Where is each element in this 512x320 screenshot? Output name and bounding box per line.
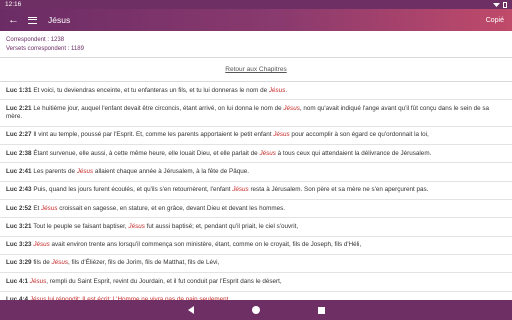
verse-item[interactable]: Luc 3:29 fils de Jésus, fils d'Éliézer, … [0,255,512,274]
highlighted-term: Jésus [273,131,290,139]
verse-reference: Luc 1:31 [6,86,32,94]
verse-item[interactable]: Luc 2:41 Les parents de Jésus allaient c… [0,163,512,182]
verse-text: Tout le peuple se faisant baptiser, [33,222,129,230]
page-title: Jésus [48,15,71,25]
verse-item[interactable]: Luc 4:4 Jésus lui répondit: Il est écrit… [0,292,512,300]
status-icons [493,1,507,8]
verse-item[interactable]: Luc 2:43 Puis, quand les jours furent éc… [0,182,512,201]
verse-reference: Luc 4:1 [6,277,29,285]
nav-recents-icon[interactable] [317,306,325,314]
verse-reference: Luc 3:29 [6,259,32,267]
highlighted-term: Jésus [232,186,249,194]
verse-reference: Luc 2:41 [6,167,32,175]
verse-item[interactable]: Luc 4:1 Jésus, rempli du Saint Esprit, r… [0,273,512,292]
back-arrow-icon[interactable]: ← [8,14,22,26]
verse-item[interactable]: Luc 2:52 Et Jésus croissait en sagesse, … [0,200,512,219]
verse-text: Les parents de [33,167,77,175]
highlighted-term: Jésus [29,277,47,285]
match-count: Correspondent : 1238 [6,37,65,43]
copy-status-label[interactable]: Copié [486,17,504,24]
highlighted-term: Jésus [283,104,300,112]
verse-text: à tous ceux qui attendaient la délivranc… [275,149,432,157]
verse-text: Et [33,204,42,212]
verse-reference: Luc 2:21 [6,104,32,112]
verse-reference: Luc 3:21 [6,222,32,230]
highlighted-term: Jésus [51,259,68,267]
highlighted-term: Jésus [33,241,50,249]
verse-text: , rempli du Saint Esprit, revint du Jour… [46,277,282,285]
verse-reference: Luc 3:23 [6,241,32,249]
verse-text: fils de [33,259,52,267]
verse-text: Il vint au temple, poussé par l'Esprit. … [33,131,274,139]
highlighted-term: Jésus [268,86,286,94]
verse-text: , fils d'Éliézer, fils de Jorim, fils de… [67,259,220,267]
battery-icon [503,1,507,8]
verse-item[interactable]: Luc 2:38 Étant survenue, elle aussi, à c… [0,145,512,164]
verse-item[interactable]: Luc 3:21 Tout le peuple se faisant bapti… [0,218,512,237]
verse-text: fut aussi baptisé; et, pendant qu'il pri… [144,222,299,230]
verse-match-count: Versets correspondent : 1189 [6,46,84,52]
verse-item[interactable]: Luc 1:31 Et voici, tu deviendras enceint… [0,82,512,101]
verse-text: allaient chaque année à Jérusalem, à la … [93,167,249,175]
highlighted-term: Jésus [128,222,145,230]
status-time: 12:16 [5,1,22,8]
verse-list: Luc 1:31 Et voici, tu deviendras enceint… [0,82,512,300]
verse-reference: Luc 2:43 [6,186,32,194]
highlighted-term: Jésus [259,149,276,157]
verse-reference: Luc 2:38 [6,149,32,157]
verse-item[interactable]: Luc 2:27 Il vint au temple, poussé par l… [0,127,512,146]
highlighted-term: Jésus [41,204,58,212]
nav-home-icon[interactable] [251,306,260,314]
divider [0,57,512,58]
verse-text: pour accomplir à son égard ce qu'ordonna… [289,131,429,139]
verse-text: croissait en sagesse, en stature, et en … [57,204,285,212]
verse-text: Le huitième jour, auquel l'enfant devait… [33,104,284,112]
system-nav-bar [0,300,512,320]
verse-item[interactable]: Luc 2:21 Le huitième jour, auquel l'enfa… [0,100,512,127]
status-bar: 12:16 [0,0,512,9]
return-to-chapters-link[interactable]: Retour aux Chapitres [0,66,512,73]
nav-back-icon[interactable] [187,306,194,314]
highlighted-term: Jésus [76,167,94,175]
verse-reference: Luc 2:52 [6,204,32,212]
verse-reference: Luc 2:27 [6,131,32,139]
app-bar: ← Jésus Copié [0,9,512,31]
verse-text: Et voici, tu deviendras enceinte, et tu … [33,86,269,94]
verse-text: avait environ trente ans lorsqu'il comme… [49,241,362,249]
verse-item[interactable]: Luc 3:23 Jésus avait environ trente ans … [0,237,512,255]
verse-text: Puis, quand les jours furent écoulés, et… [33,186,233,194]
verse-text: Étant survenue, elle aussi, à cette même… [33,149,260,157]
verse-text: resta à Jérusalem. Son père et sa mère n… [248,186,429,194]
match-counts: Correspondent : 1238 Versets corresponde… [6,36,84,54]
wifi-icon [493,3,500,7]
menu-icon[interactable] [28,16,37,24]
verse-text: . [285,86,288,94]
